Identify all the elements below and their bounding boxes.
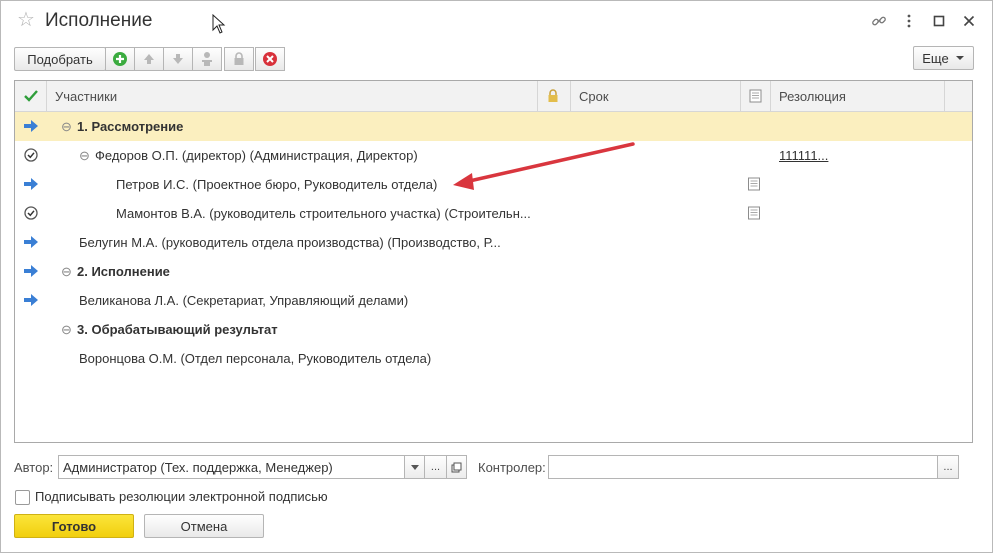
pick-button[interactable]: Подобрать [14,47,106,71]
lock-button[interactable] [224,47,254,71]
lock-icon [548,89,558,102]
document-icon [749,89,762,103]
cancel-button[interactable]: Отмена [144,514,264,538]
author-label: Автор: [14,460,54,475]
mouse-cursor-icon [212,14,226,34]
author-select-button[interactable]: ... [424,455,447,479]
table-row[interactable]: Воронцова О.М. (Отдел персонала, Руковод… [15,344,972,373]
participant-name: 3. Обрабатывающий результат [77,322,278,337]
person-button[interactable] [192,47,222,71]
table-header: Участники Срок Резолюция [15,81,972,112]
checkmark-icon [24,90,38,102]
header-doc[interactable] [741,81,771,111]
maximize-icon[interactable] [930,12,948,30]
chevron-down-icon [955,56,964,60]
add-button[interactable] [105,47,135,71]
header-lock[interactable] [538,81,571,111]
collapse-icon[interactable]: ⊖ [79,148,90,164]
link-icon[interactable] [870,12,888,30]
window-title: Исполнение [45,10,153,31]
header-participants[interactable]: Участники [47,81,538,111]
participant-name: 1. Рассмотрение [77,119,184,134]
participant-name: Белугин М.А. (руководитель отдела произв… [79,235,501,250]
controller-select-button[interactable]: ... [937,455,959,479]
author-value: Администратор (Тех. поддержка, Менеджер) [63,460,333,475]
collapse-icon[interactable]: ⊖ [61,322,72,338]
move-up-icon [144,54,154,64]
delete-icon [263,52,277,66]
sign-label: Подписывать резолюции электронной подпис… [35,489,328,504]
move-up-button[interactable] [134,47,164,71]
header-deadline[interactable]: Срок [571,81,741,111]
participant-name: Петров И.С. (Проектное бюро, Руководител… [116,177,438,192]
check-circle-icon [24,148,38,162]
controller-label: Контролер: [478,460,546,475]
add-icon [113,52,127,66]
delete-button[interactable] [255,47,285,71]
table-row[interactable]: ⊖ 3. Обрабатывающий результат [15,315,972,344]
resolution-link[interactable]: 111111... [779,148,828,163]
participant-name: Великанова Л.А. (Секретариат, Управляющи… [79,293,409,308]
arrow-right-icon [24,265,38,277]
participant-name: Мамонтов В.А. (руководитель строительног… [116,206,531,221]
table-row[interactable]: Мамонтов В.А. (руководитель строительног… [15,199,972,228]
table-row[interactable]: Белугин М.А. (руководитель отдела произв… [15,228,972,257]
table-row[interactable]: Великанова Л.А. (Секретариат, Управляющи… [15,286,972,315]
participants-table: Участники Срок Резолюция ⊖ 1. Рассмотрени… [14,80,973,443]
table-row[interactable]: ⊖ 1. Рассмотрение [15,112,972,141]
ok-button[interactable]: Готово [14,514,134,538]
arrow-right-icon [24,294,38,306]
participant-name: Воронцова О.М. (Отдел персонала, Руковод… [79,351,432,366]
table-row[interactable]: ⊖ 2. Исполнение [15,257,972,286]
move-down-button[interactable] [163,47,193,71]
person-icon [202,52,212,66]
more-label: Еще [922,50,949,66]
more-vertical-icon[interactable] [900,12,918,30]
collapse-icon[interactable]: ⊖ [61,264,72,280]
lock-icon [234,52,244,65]
open-window-icon [451,462,462,472]
participant-name: Федоров О.П. (директор) (Администрация, … [95,148,418,163]
header-status[interactable] [15,81,47,111]
title-bar: ☆ Исполнение [1,1,992,43]
execution-dialog: ☆ Исполнение Подобрать Еще Участники Сро… [0,0,993,553]
arrow-right-icon [24,236,38,248]
close-icon[interactable] [960,12,978,30]
document-icon[interactable] [747,206,761,220]
more-button[interactable]: Еще [913,46,974,70]
move-down-icon [173,54,183,64]
favorite-star-icon[interactable]: ☆ [17,10,35,30]
table-row[interactable]: ⊖ Федоров О.П. (директор) (Администрация,… [15,141,972,170]
controller-field[interactable] [548,455,938,479]
author-field[interactable]: Администратор (Тех. поддержка, Менеджер) [58,455,405,479]
participant-name: 2. Исполнение [77,264,170,279]
collapse-icon[interactable]: ⊖ [61,119,72,135]
table-row[interactable]: Петров И.С. (Проектное бюро, Руководител… [15,170,972,199]
sign-checkbox[interactable] [15,490,30,505]
header-resolution[interactable]: Резолюция [771,81,945,111]
arrow-right-icon [24,120,38,132]
document-icon[interactable] [747,177,761,191]
author-dropdown-button[interactable] [404,455,425,479]
arrow-right-icon [24,178,38,190]
window-controls [870,12,980,30]
author-open-button[interactable] [446,455,467,479]
check-circle-icon [24,206,38,220]
chevron-down-icon [410,464,419,470]
